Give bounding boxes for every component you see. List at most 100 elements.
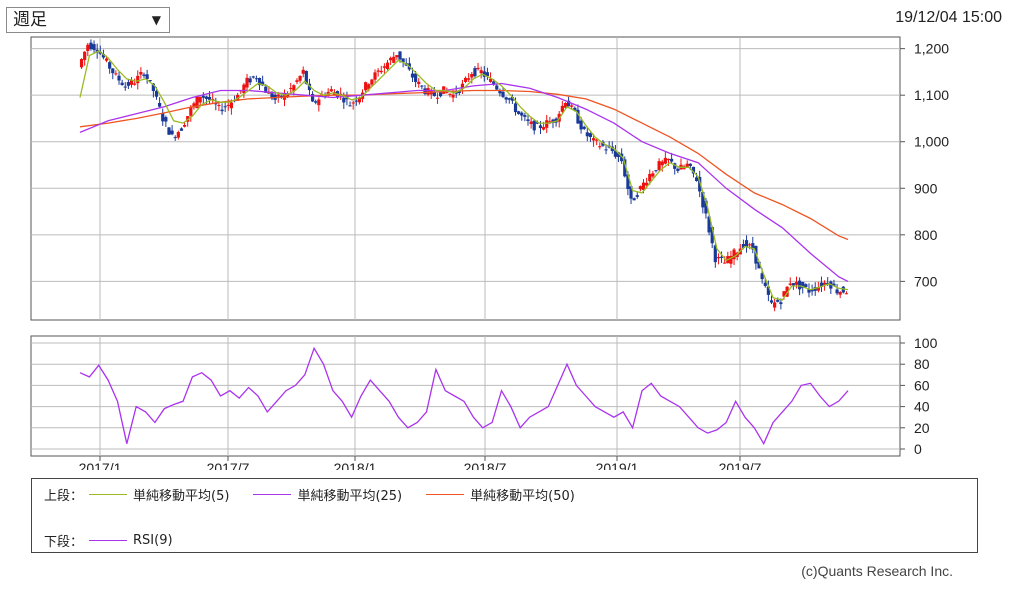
candle-body	[389, 57, 393, 61]
candle-body	[245, 77, 249, 88]
candle-body	[354, 100, 358, 102]
candle-body	[198, 96, 202, 103]
candle-body	[598, 146, 602, 148]
candle-body	[532, 120, 536, 131]
candle-body	[417, 81, 421, 84]
price-y-tick-label: 1,100	[914, 87, 949, 103]
candle-body	[538, 125, 543, 129]
candle-body	[635, 195, 639, 197]
candle-body	[120, 82, 124, 86]
candle-body	[694, 177, 699, 181]
candle-body	[301, 69, 305, 74]
candle-body	[251, 76, 255, 78]
candle-body	[501, 91, 505, 97]
candle-body	[201, 95, 205, 98]
candle-body	[517, 111, 521, 114]
candle-body	[392, 56, 396, 63]
candle-body	[179, 128, 184, 131]
rsi-y-tick-label: 100	[914, 335, 938, 351]
legend-swatch	[89, 494, 128, 495]
candle-body	[748, 244, 752, 246]
legend-label: RSI(9)	[133, 533, 173, 548]
candle-body	[688, 163, 692, 166]
legend-item: 単純移動平均(25)	[253, 485, 402, 504]
candle-body	[382, 66, 386, 68]
price-panel: 1,200 1,100 1,000 900 800 700	[30, 36, 949, 321]
legend-item: 単純移動平均(50)	[426, 485, 575, 504]
legend-lower-label: 下段：	[44, 535, 84, 550]
candle-body	[435, 97, 440, 99]
candle-body	[798, 280, 802, 290]
rsi-y-tick-label: 80	[914, 356, 930, 372]
legend-label: 単純移動平均(50)	[470, 489, 575, 504]
candle-body	[289, 87, 293, 89]
candle-body	[638, 186, 642, 190]
price-y-tick-label: 800	[914, 227, 938, 243]
candle-body	[670, 158, 674, 162]
candle-body	[570, 105, 574, 107]
candle-body	[523, 115, 527, 117]
candle-body	[342, 97, 346, 103]
candle-body	[92, 44, 96, 50]
candle-body	[654, 170, 658, 172]
candle-body	[507, 98, 511, 100]
candle-body	[520, 112, 524, 116]
candle-body	[226, 104, 230, 107]
candle-body	[104, 58, 109, 61]
candle-body	[158, 102, 162, 107]
candle-body	[773, 302, 777, 308]
candle-body	[476, 67, 480, 70]
x-tick-label: 2018/7	[464, 460, 507, 470]
candle-body	[314, 101, 318, 103]
candle-body	[123, 86, 127, 88]
candle-body	[744, 240, 749, 247]
candle-body	[545, 120, 549, 128]
candle-body	[133, 83, 137, 85]
candle-body	[470, 74, 474, 78]
candle-body	[723, 262, 727, 264]
candle-body	[582, 126, 586, 129]
legend-label: 単純移動平均(25)	[297, 489, 403, 504]
legend-swatch	[89, 540, 128, 541]
candle-body	[223, 106, 227, 108]
candle-body	[348, 105, 352, 107]
candle-body	[117, 75, 121, 81]
candle-body	[414, 73, 418, 82]
price-y-tick-label: 1,200	[914, 41, 949, 57]
candle-body	[804, 284, 808, 288]
candle-body	[126, 82, 130, 86]
candle-body	[370, 79, 374, 85]
candle-body	[685, 163, 689, 167]
candle-body	[161, 113, 165, 122]
candle-body	[114, 73, 118, 75]
rsi-panel: 100 80 60 40 20 0	[30, 335, 938, 457]
candle-body	[242, 84, 246, 94]
candle-body	[791, 283, 795, 286]
legend-label: 単純移動平均(5)	[133, 489, 230, 504]
x-tick-label: 2019/1	[596, 460, 639, 470]
candle-body	[298, 76, 302, 81]
candle-body	[79, 58, 84, 68]
candle-body	[657, 161, 661, 171]
candle-body	[173, 137, 177, 139]
price-y-tick-label: 700	[914, 273, 938, 289]
candle-body	[295, 80, 299, 83]
candle-body	[167, 127, 171, 135]
candle-body	[660, 161, 664, 166]
candle-body	[513, 103, 518, 113]
candle-body	[451, 94, 455, 98]
legend-item: 単純移動平均(5)	[89, 485, 229, 504]
candle-body	[585, 132, 589, 137]
legend-box: 上段： 単純移動平均(5) 単純移動平均(25) 単純移動平均(50) 下段： RS…	[31, 478, 978, 553]
candle-body	[220, 109, 224, 112]
x-tick-label: 2017/1	[79, 460, 122, 470]
legend-lower-row: 下段： RSI(9)	[44, 531, 197, 550]
candle-body	[676, 168, 680, 171]
candle-body	[479, 70, 483, 74]
legend-upper-row: 上段： 単純移動平均(5) 単純移動平均(25) 単純移動平均(50)	[44, 485, 599, 504]
candle-body	[351, 102, 355, 104]
candle-body	[844, 293, 849, 295]
candle-body	[229, 102, 234, 109]
price-y-tick-label: 900	[914, 180, 938, 196]
candle-body	[604, 149, 608, 151]
